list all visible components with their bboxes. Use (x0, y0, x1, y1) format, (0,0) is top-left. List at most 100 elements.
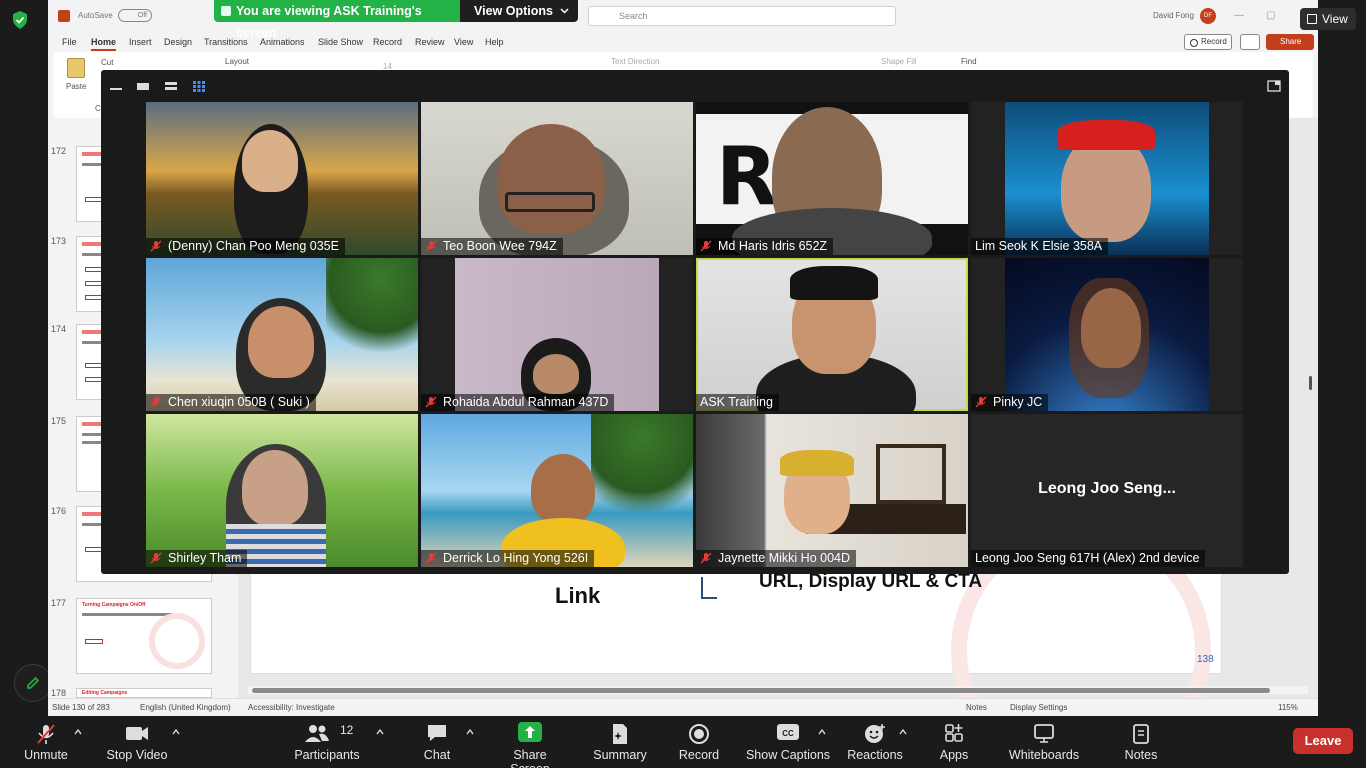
video-tile[interactable]: Jaynette Mikki Ho 004D (696, 414, 968, 567)
participants-icon (305, 725, 330, 742)
viewing-notice: You are viewing ASK Training's screen (214, 0, 460, 40)
menu-home[interactable]: Home (91, 37, 117, 51)
zoom-level[interactable]: 115% (1278, 703, 1298, 712)
palm-tree (326, 258, 418, 368)
pop-out-icon[interactable] (1267, 80, 1281, 92)
maximize-icon[interactable]: ▢ (1266, 10, 1275, 21)
muted-mic-icon (975, 396, 987, 408)
video-tile[interactable]: Lim Seok K Elsie 358A (971, 102, 1243, 255)
language[interactable]: English (United Kingdom) (140, 703, 231, 712)
participant-face (242, 450, 308, 526)
notes-toggle[interactable]: Notes (966, 703, 987, 712)
shape-fill-label[interactable]: Shape Fill (881, 57, 917, 66)
slide-thumbnail[interactable]: Editing Campaigns (76, 688, 212, 698)
gallery-grid-icon[interactable] (192, 80, 206, 92)
participant-name: Pinky JC (993, 395, 1043, 409)
security-shield-icon[interactable] (11, 10, 29, 30)
menu-record[interactable]: Record (373, 37, 402, 47)
chevron-up-icon[interactable] (172, 728, 180, 736)
view-options-button[interactable]: View Options (460, 0, 578, 22)
video-tile[interactable]: R M Md Haris Idris 652Z (696, 102, 968, 255)
cut-label[interactable]: Cut (101, 58, 113, 67)
video-tile[interactable]: Teo Boon Wee 794Z (421, 102, 693, 255)
slide-thumbnail[interactable]: Turning Campaigns On/Off (76, 598, 212, 674)
video-tile[interactable]: Chen xiuqin 050B ( Suki ) (146, 258, 418, 411)
participant-name-tag: ASK Training (696, 394, 779, 411)
paste-icon[interactable] (67, 58, 85, 78)
menu-help[interactable]: Help (485, 37, 504, 47)
summary-button[interactable]: Summary (590, 716, 650, 768)
shelf (876, 444, 946, 504)
view-button[interactable]: View (1300, 8, 1356, 30)
video-tile[interactable]: Rohaida Abdul Rahman 437D (421, 258, 693, 411)
participant-name: ASK Training (700, 395, 773, 409)
record-label: Record (678, 748, 720, 762)
user-avatar[interactable]: DF (1200, 8, 1216, 24)
notes-button[interactable]: Notes (1116, 716, 1166, 768)
chevron-up-icon[interactable] (74, 728, 82, 736)
zoom-meeting-toolbar: Unmute Stop Video 12 Participants Chat S… (0, 716, 1366, 768)
horizontal-scrollbar[interactable] (248, 686, 1308, 694)
video-tile-active-speaker[interactable]: ASK Training (696, 258, 968, 411)
video-camera-icon (126, 727, 148, 740)
menu-view[interactable]: View (454, 37, 473, 47)
video-tile[interactable]: (Denny) Chan Poo Meng 035E (146, 102, 418, 255)
layout-label[interactable]: Layout (225, 57, 249, 66)
vertical-scrollbar[interactable] (1304, 118, 1316, 688)
display-settings[interactable]: Display Settings (1010, 703, 1067, 712)
show-captions-button[interactable]: CC Show Captions (744, 716, 832, 768)
unmute-label: Unmute (24, 748, 68, 762)
whiteboards-label: Whiteboards (1008, 748, 1080, 762)
chevron-up-icon[interactable] (818, 728, 826, 736)
ppt-search-input[interactable]: Search (588, 6, 896, 26)
ppt-share-button[interactable]: Share (1266, 34, 1314, 50)
video-tile[interactable]: Derrick Lo Hing Yong 526I (421, 414, 693, 567)
record-button[interactable]: Record (674, 716, 724, 768)
text-direction-label[interactable]: Text Direction (611, 57, 659, 66)
annotate-pencil-button[interactable] (14, 664, 52, 702)
slide-url-text: URL, Display URL & CTA (759, 571, 983, 592)
minimize-gallery-icon[interactable] (109, 80, 123, 92)
ppt-record-button[interactable]: Record (1184, 34, 1232, 50)
stop-video-label: Stop Video (106, 748, 168, 762)
hair (1069, 278, 1149, 398)
unmute-button[interactable]: Unmute (18, 716, 74, 768)
menu-design[interactable]: Design (164, 37, 192, 47)
speaker-strip-icon[interactable] (136, 80, 150, 92)
muted-mic-icon (425, 396, 437, 408)
video-tile-video-off[interactable]: Leong Joo Seng... Leong Joo Seng 617H (A… (971, 414, 1243, 567)
chat-button[interactable]: Chat (416, 716, 458, 768)
find-label[interactable]: Find (961, 57, 977, 66)
slide-link-text: Link (555, 583, 601, 608)
video-tile[interactable]: Pinky JC (971, 258, 1243, 411)
paste-label[interactable]: Paste (66, 82, 86, 91)
thumb-number: 177 (51, 598, 67, 608)
chevron-up-icon[interactable] (466, 728, 474, 736)
record-icon (689, 724, 709, 744)
video-tile[interactable]: Shirley Tham (146, 414, 418, 567)
whiteboards-button[interactable]: Whiteboards (1004, 716, 1084, 768)
accessibility[interactable]: Accessibility: Investigate (248, 703, 335, 712)
chevron-up-icon[interactable] (899, 728, 907, 736)
share-screen-button[interactable]: Share Screen (492, 716, 568, 768)
thumb-number: 176 (51, 506, 67, 516)
stacked-view-icon[interactable] (164, 80, 178, 92)
current-slide[interactable]: Link URL, Display URL & CTA 138 (250, 521, 1222, 768)
leave-button[interactable]: Leave (1293, 728, 1353, 754)
autosave-toggle[interactable]: Off (118, 9, 152, 22)
stop-video-button[interactable]: Stop Video (104, 716, 170, 768)
chevron-up-icon[interactable] (376, 728, 384, 736)
svg-text:CC: CC (782, 729, 794, 738)
participant-name: Shirley Tham (168, 551, 242, 565)
participants-button[interactable]: 12 Participants (292, 716, 362, 768)
reactions-button[interactable]: Reactions (844, 716, 906, 768)
comments-icon[interactable] (1240, 34, 1260, 50)
apps-button[interactable]: Apps (932, 716, 976, 768)
menu-review[interactable]: Review (415, 37, 445, 47)
menu-insert[interactable]: Insert (129, 37, 152, 47)
minimize-icon[interactable]: — (1234, 10, 1244, 21)
muted-mic-icon (150, 240, 162, 252)
menu-file[interactable]: File (62, 37, 77, 47)
menu-slide-show[interactable]: Slide Show (318, 37, 363, 47)
apps-icon (945, 724, 963, 742)
